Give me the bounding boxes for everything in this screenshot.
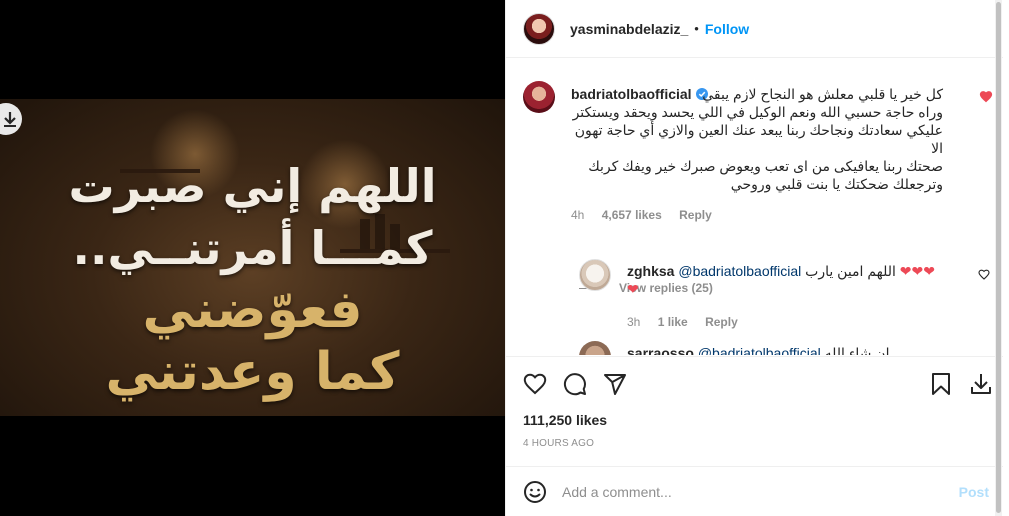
- reply-age: 3h: [627, 315, 641, 329]
- reply-meta: 3h 1 like Reply: [627, 315, 957, 329]
- reply-text: اللهم امين يارب: [805, 263, 896, 279]
- reply-likes[interactable]: 1 like: [658, 315, 688, 329]
- comment-text-line-4: صحتك ربنا يعافيكى من اى تعب ويعوض صبرك خ…: [588, 158, 943, 174]
- post-media[interactable]: اللهم إني صبرت كمـــا أمرتنــي.. فعوّضني…: [0, 0, 505, 516]
- download-post-button[interactable]: [968, 371, 994, 397]
- comment-age: 4h: [571, 208, 585, 222]
- share-button[interactable]: [602, 371, 628, 397]
- heart-icon: [523, 373, 547, 395]
- author-avatar[interactable]: [523, 12, 555, 45]
- quote-line-3: فعوّضني: [142, 280, 363, 340]
- reply-mention[interactable]: @badriatolbaofficial: [698, 345, 821, 355]
- replier-avatar[interactable]: [579, 341, 611, 355]
- separator-dot: •: [694, 21, 699, 36]
- heart-icon[interactable]: [979, 90, 993, 103]
- commenter-avatar[interactable]: [523, 81, 555, 113]
- reply-hearts-line-2: ❤: [627, 281, 639, 297]
- emoji-icon[interactable]: [523, 480, 547, 504]
- download-icon: [4, 112, 16, 127]
- add-comment-input[interactable]: Add a comment...: [562, 484, 959, 500]
- reply-hearts: ❤❤❤: [899, 263, 935, 279]
- add-comment-bar: Add a comment... Post: [506, 466, 1003, 516]
- reply-text: ان شاء الله: [824, 345, 890, 355]
- comment-text-line-1: كل خير يا قلبي معلش هو النجاح لازم يبقي: [702, 86, 943, 102]
- reply-mention[interactable]: @badriatolbaofficial: [678, 263, 801, 279]
- comments-list[interactable]: badriatolbaofficial كل خير يا قلبي معلش …: [506, 59, 1003, 355]
- scrollbar-thumb[interactable]: [996, 2, 1001, 513]
- author-username[interactable]: yasminabdelaziz_: [570, 21, 688, 37]
- save-button[interactable]: [928, 371, 954, 397]
- quote-line-4: كما وعدتني: [105, 342, 400, 402]
- comment-text-line-2: وراه حاجة حسبي الله ونعم الوكيل في اللي …: [572, 104, 943, 120]
- share-icon: [604, 374, 626, 395]
- comment-text-line-5: وترجعلك ضحكتك يا بنت قلبي وروحي: [730, 176, 943, 192]
- replier-username[interactable]: sarraosso: [627, 345, 694, 355]
- reply-reply-button[interactable]: Reply: [705, 315, 738, 329]
- post-likes-count[interactable]: 111,250 likes: [523, 412, 607, 428]
- replier-avatar[interactable]: [579, 259, 611, 291]
- replier-username[interactable]: zghksa: [627, 263, 674, 279]
- image-quote: اللهم إني صبرت كمـــا أمرتنــي.. فعوّضني…: [0, 155, 505, 403]
- commenter-username[interactable]: badriatolbaofficial: [571, 86, 692, 102]
- scrollbar[interactable]: [995, 0, 1002, 516]
- heart-icon[interactable]: [978, 269, 990, 280]
- comment-likes[interactable]: 4,657 likes: [602, 208, 662, 222]
- quote-line-2: كمـــا أمرتنــي..: [72, 221, 433, 275]
- post-comment-button[interactable]: Post: [959, 484, 989, 500]
- quote-line-1: اللهم إني صبرت: [68, 159, 437, 213]
- post-header: yasminabdelaziz_ • Follow: [506, 0, 1003, 58]
- action-bar: [522, 371, 992, 397]
- save-icon: [932, 373, 950, 395]
- download-post-icon: [971, 374, 991, 394]
- post-details-panel: yasminabdelaziz_ • Follow badriatolbaoff…: [505, 0, 1003, 516]
- post-actions: 111,250 likes 4 HOURS AGO: [506, 356, 1003, 449]
- like-button[interactable]: [522, 371, 548, 397]
- comment-icon: [563, 373, 586, 396]
- post-timestamp[interactable]: 4 HOURS AGO: [523, 438, 594, 449]
- comment-button[interactable]: [562, 371, 588, 397]
- post-image[interactable]: اللهم إني صبرت كمـــا أمرتنــي.. فعوّضني…: [0, 99, 505, 416]
- comment-reply-button[interactable]: Reply: [679, 208, 712, 222]
- follow-button[interactable]: Follow: [705, 21, 749, 37]
- comment-meta: 4h 4,657 likes Reply: [571, 208, 943, 222]
- comment-text-line-3: عليكي سعادتك ونجاحك ربنا يبعد عنك العين …: [574, 122, 943, 156]
